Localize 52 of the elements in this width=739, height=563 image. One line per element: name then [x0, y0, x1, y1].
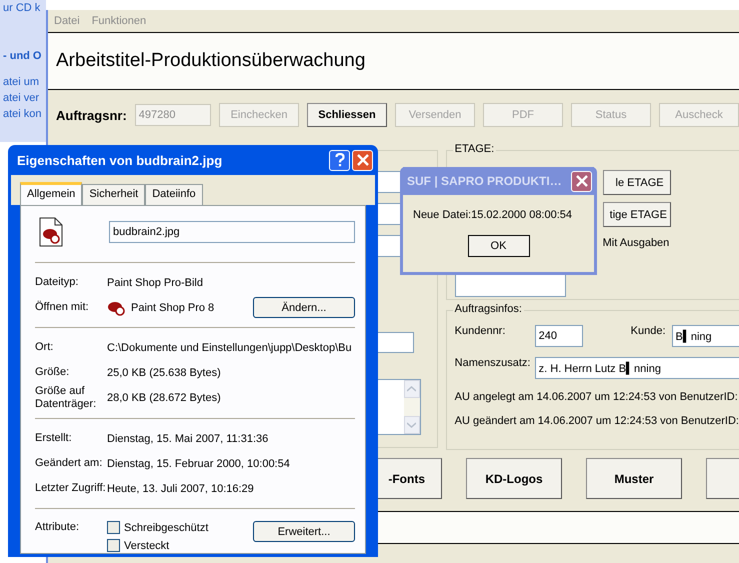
property-label: Dateityp:	[35, 276, 80, 289]
dialog-title: Eigenschaften von budbrain2.jpg	[17, 152, 224, 168]
property-label: Letzter Zugriff:	[35, 482, 107, 495]
file-name-field[interactable]: budbrain2.jpg	[109, 221, 355, 243]
group-title: ETAGE:	[452, 143, 496, 155]
property-value: 25,0 KB (25.638 Bytes)	[107, 366, 221, 378]
property-label: Attribute:	[35, 521, 80, 534]
property-label: Größe:	[35, 366, 70, 379]
field-label: Kundennr:	[454, 325, 506, 337]
audit-text: AU geändert am 14.06.2007 um 12:24:53 von BenutzerID:	[454, 415, 739, 427]
window-text: ur CD k	[2, 2, 42, 14]
toolbar-button[interactable]: Schliessen	[307, 103, 387, 127]
property-label: Ort:	[35, 341, 54, 354]
action-button[interactable]: KD-Logos	[466, 458, 562, 499]
property-value: Paint Shop Pro-Bild	[107, 276, 203, 288]
property-label: Öffnen mit:	[35, 301, 90, 314]
audit-text: AU angelegt am 14.06.2007 um 12:24:53 von BenutzerID:	[454, 391, 739, 403]
etage-button[interactable]: le ETAGE	[602, 170, 671, 195]
page-heading: Arbeitstitel-Produktionsüberwachung	[56, 50, 366, 72]
field-label: Namenszusatz:	[454, 357, 529, 369]
tab[interactable]: Dateiinfo	[145, 184, 203, 205]
tab[interactable]: Allgemein	[20, 182, 82, 205]
etage-button[interactable]: tige ETAGE	[602, 202, 671, 227]
change-button[interactable]: Ändern...	[253, 297, 355, 318]
property-value: Dienstag, 15. Februar 2000, 10:00:54	[107, 458, 290, 470]
property-value: Heute, 13. Juli 2007, 10:16:29	[107, 482, 254, 494]
customer-number-field[interactable]: 240	[534, 325, 583, 347]
advanced-button[interactable]: Erweitert...	[253, 521, 355, 542]
field-label: Kunde:	[630, 325, 666, 337]
group-title: Auftragsinfos:	[452, 303, 524, 315]
property-value: C:\Dokumente und Einstellungen\jupp\Desktop\Bu	[107, 342, 352, 354]
property-value: Dienstag, 15. Mai 2007, 11:31:36	[107, 432, 268, 444]
ok-button[interactable]: OK	[468, 235, 530, 257]
property-value: 28,0 KB (28.672 Bytes)	[107, 392, 221, 404]
attribute-checkbox[interactable]: Schreibgeschützt	[107, 521, 208, 534]
window-text: - und O	[2, 50, 42, 62]
action-button[interactable]: Muster	[586, 458, 682, 499]
name-suffix-field[interactable]: z. H. Herrn Lutz B▍nning	[534, 357, 739, 379]
option-label[interactable]: Mit Ausgaben	[602, 237, 670, 249]
window-text: atei um	[2, 76, 40, 88]
message-text: Neue Datei:15.02.2000 08:00:54	[413, 209, 572, 221]
property-value: Paint Shop Pro 8	[131, 302, 214, 314]
attribute-checkbox[interactable]: Versteckt	[107, 539, 208, 552]
property-label: Erstellt:	[35, 432, 73, 445]
customer-field[interactable]: B▍ning	[672, 325, 739, 347]
window-text: atei kon	[2, 108, 43, 120]
property-label: Größe auf Datenträger:	[35, 385, 98, 411]
field-label: Auftragsnr:	[56, 108, 127, 122]
window-text: atei ver	[2, 92, 40, 104]
tab[interactable]: Sicherheit	[82, 184, 146, 205]
property-label: Geändert am:	[35, 457, 104, 470]
dialog-title: SUF | SAPRO PRODUKTI…	[407, 174, 563, 188]
